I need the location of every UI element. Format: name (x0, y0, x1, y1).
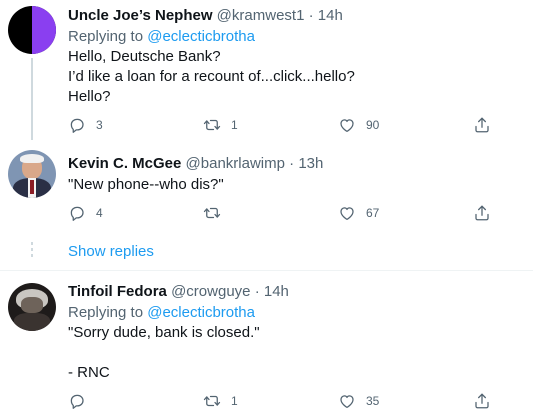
user-handle[interactable]: @bankrlawimp (186, 155, 285, 172)
avatar[interactable] (8, 283, 56, 331)
tweet-text-line: I’d like a loan for a recount of...click… (68, 68, 355, 85)
action-bar: 1 35 (68, 391, 525, 411)
tweet-header: Tinfoil Fedora @crowguye · 14h (68, 281, 525, 303)
mention-link[interactable]: @eclecticbrotha (147, 304, 255, 321)
user-handle[interactable]: @crowguye (171, 283, 250, 300)
tweet[interactable]: Uncle Joe’s Nephew @kramwest1 · 14h Repl… (0, 0, 533, 140)
separator-dot: · (308, 7, 314, 24)
reply-icon (68, 392, 86, 410)
retweet-count: 1 (231, 118, 238, 132)
display-name[interactable]: Kevin C. McGee (68, 155, 181, 172)
replying-to-prefix: Replying to (68, 28, 148, 45)
like-button[interactable]: 90 (338, 115, 379, 135)
reply-button[interactable]: 4 (68, 203, 103, 223)
retweet-button[interactable] (203, 203, 231, 223)
display-name[interactable]: Tinfoil Fedora (68, 283, 167, 300)
user-handle[interactable]: @kramwest1 (217, 7, 305, 24)
retweet-button[interactable]: 1 (203, 115, 238, 135)
mention-link[interactable]: @eclecticbrotha (147, 28, 255, 45)
action-bar: 3 1 90 (68, 115, 525, 135)
replying-to-prefix: Replying to (68, 304, 148, 321)
like-icon (338, 116, 356, 134)
timestamp[interactable]: 13h (298, 155, 323, 172)
separator-dot: · (254, 283, 260, 300)
reply-count: 4 (96, 206, 103, 220)
retweet-count: 1 (231, 394, 238, 408)
tweet-text-line: - RNC (68, 364, 110, 381)
tweet-text-line: "Sorry dude, bank is closed." (68, 324, 260, 341)
tweet[interactable]: Tinfoil Fedora @crowguye · 14h Replying … (0, 271, 533, 413)
timestamp[interactable]: 14h (318, 7, 343, 24)
like-button[interactable]: 35 (338, 391, 379, 411)
thread-line (31, 58, 33, 140)
like-icon (338, 392, 356, 410)
retweet-icon (203, 204, 221, 222)
share-button[interactable] (473, 391, 491, 411)
tweet-header: Kevin C. McGee @bankrlawimp · 13h (68, 153, 525, 175)
share-icon (473, 204, 491, 222)
tweet-text-line (68, 343, 525, 363)
share-icon (473, 116, 491, 134)
reply-button[interactable]: 3 (68, 115, 103, 135)
show-replies-link[interactable]: Show replies (68, 243, 154, 260)
timestamp[interactable]: 14h (264, 283, 289, 300)
share-icon (473, 392, 491, 410)
reply-button[interactable] (68, 391, 96, 411)
reply-count: 3 (96, 118, 103, 132)
action-bar: 4 67 (68, 203, 525, 223)
like-button[interactable]: 67 (338, 203, 379, 223)
avatar[interactable] (8, 6, 56, 54)
like-count: 90 (366, 118, 380, 132)
retweet-icon (203, 116, 221, 134)
like-count: 67 (366, 206, 380, 220)
separator-dot: · (289, 155, 295, 172)
tweet-text-line: "New phone--who dis?" (68, 176, 224, 193)
share-button[interactable] (473, 115, 491, 135)
tweet[interactable]: Kevin C. McGee @bankrlawimp · 13h "New p… (0, 140, 533, 270)
reply-icon (68, 116, 86, 134)
thread-continuation-dots (31, 242, 33, 260)
like-icon (338, 204, 356, 222)
tweet-text-line: Hello, Deutsche Bank? (68, 48, 221, 65)
retweet-button[interactable]: 1 (203, 391, 238, 411)
retweet-icon (203, 392, 221, 410)
share-button[interactable] (473, 203, 491, 223)
avatar[interactable] (8, 150, 56, 198)
replying-to: Replying to @eclecticbrotha (68, 27, 525, 47)
like-count: 35 (366, 394, 380, 408)
reply-icon (68, 204, 86, 222)
tweet-text-line: Hello? (68, 88, 111, 105)
replying-to: Replying to @eclecticbrotha (68, 303, 525, 323)
tweet-header: Uncle Joe’s Nephew @kramwest1 · 14h (68, 5, 525, 27)
display-name[interactable]: Uncle Joe’s Nephew (68, 7, 213, 24)
